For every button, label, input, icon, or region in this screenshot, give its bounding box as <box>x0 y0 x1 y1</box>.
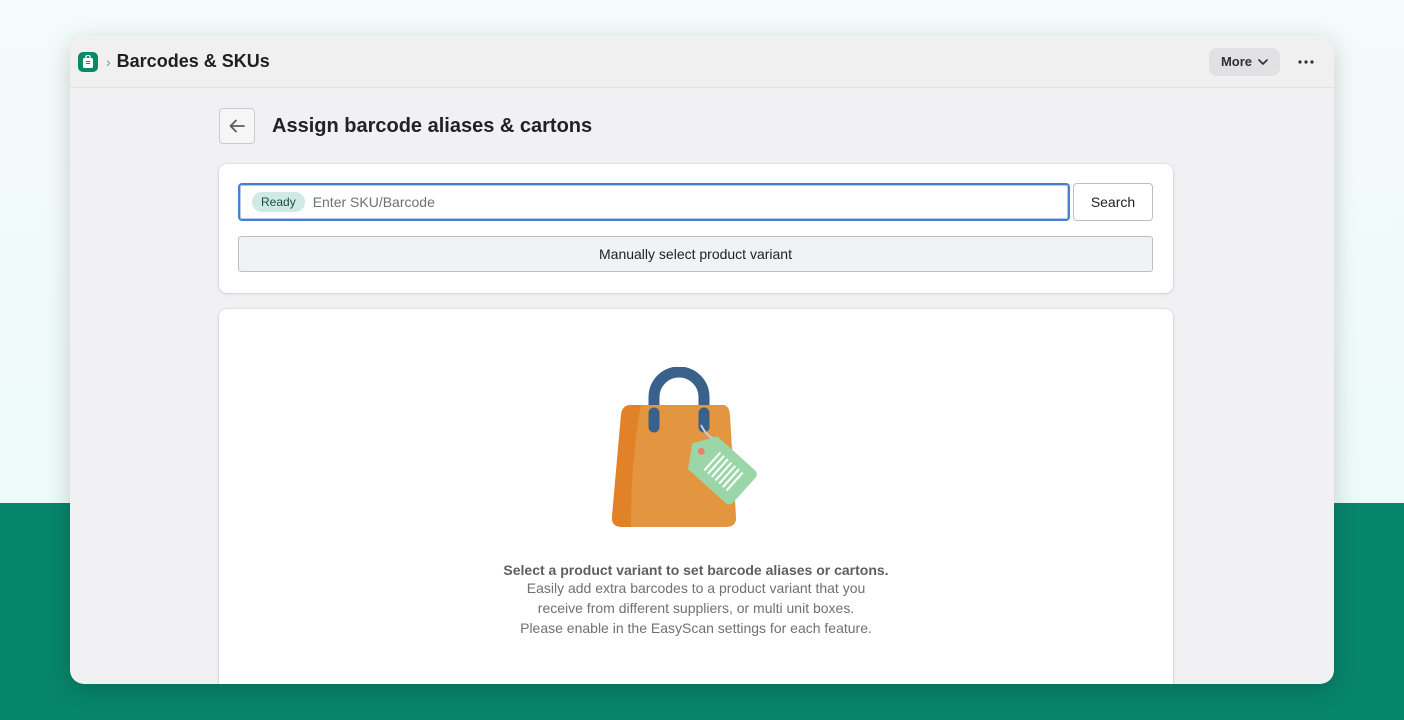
arrow-left-icon <box>229 119 245 133</box>
page-header: Assign barcode aliases & cartons <box>219 108 1173 144</box>
search-row: Ready Search <box>238 183 1153 221</box>
empty-state-heading: Select a product variant to set barcode … <box>503 562 889 578</box>
overflow-menu-button[interactable] <box>1290 48 1322 76</box>
page-title: Assign barcode aliases & cartons <box>272 114 593 137</box>
more-button[interactable]: More <box>1208 47 1280 76</box>
main-content: Assign barcode aliases & cartons Ready S… <box>219 108 1173 684</box>
search-button[interactable]: Search <box>1073 183 1153 221</box>
empty-state-text-line: Please enable in the EasyScan settings f… <box>520 620 872 636</box>
empty-state-text-line: Easily add extra barcodes to a product v… <box>526 580 866 596</box>
empty-state-text-line: receive from different suppliers, or mul… <box>537 600 855 616</box>
horizontal-dots-icon <box>1298 59 1314 64</box>
chevron-down-icon <box>1258 58 1268 65</box>
search-card: Ready Search Manually select product var… <box>219 164 1173 293</box>
chevron-right-icon: › <box>106 53 111 70</box>
shopping-bag-with-price-tag-illustration <box>611 367 757 527</box>
title-bar: › Barcodes & SKUs More <box>70 36 1334 88</box>
app-window: › Barcodes & SKUs More Assign barcode al <box>70 36 1334 684</box>
manually-select-variant-button[interactable]: Manually select product variant <box>238 236 1153 272</box>
status-badge: Ready <box>252 192 305 212</box>
back-button[interactable] <box>219 108 255 144</box>
sku-barcode-input[interactable] <box>312 194 1068 210</box>
shopping-bag-icon <box>78 51 98 72</box>
search-field[interactable]: Ready <box>238 183 1070 221</box>
empty-state-card: Select a product variant to set barcode … <box>219 309 1173 684</box>
more-button-label: More <box>1220 54 1252 69</box>
app-title: Barcodes & SKUs <box>116 51 270 71</box>
